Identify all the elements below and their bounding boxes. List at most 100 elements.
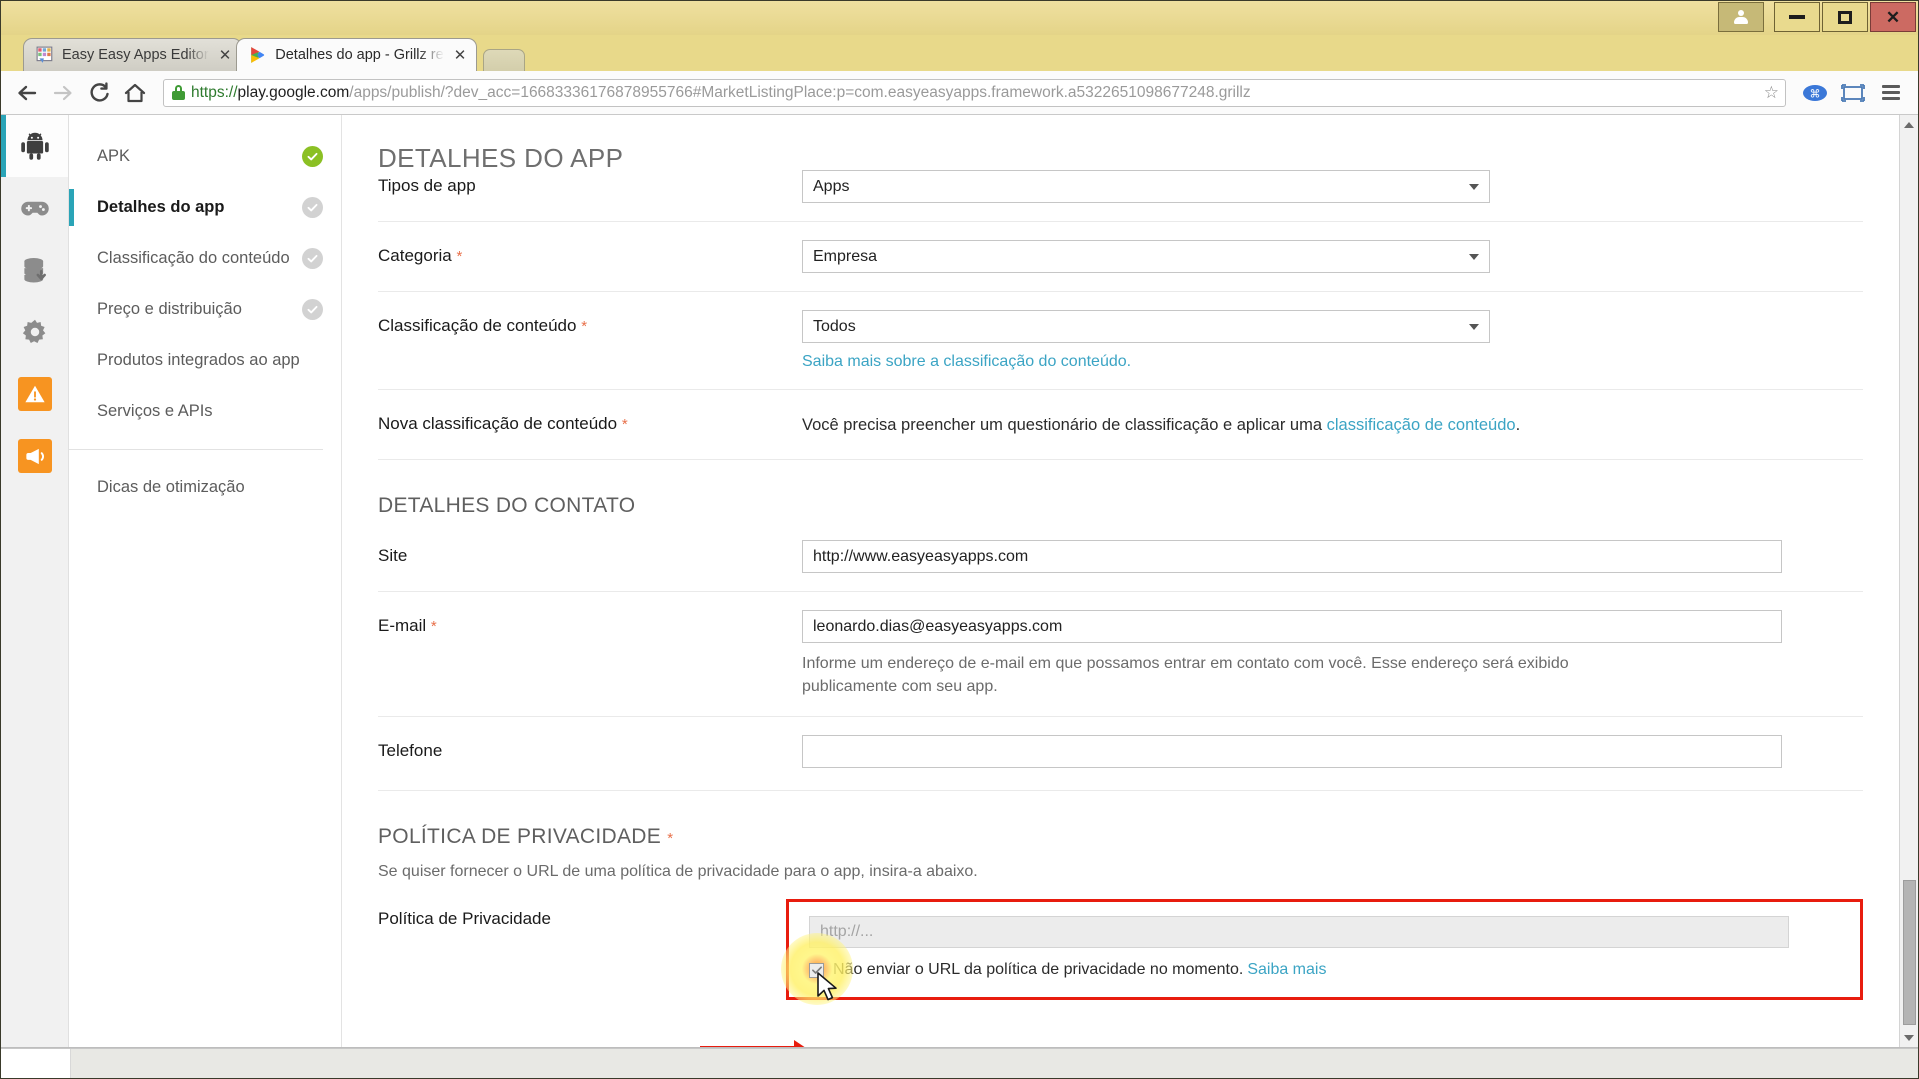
site-input[interactable]: http://www.easyeasyapps.com [802,540,1782,573]
tab-close-button[interactable]: ✕ [454,48,467,63]
bookmark-star-icon[interactable]: ☆ [1764,83,1779,103]
field-label-text: Site [378,546,407,565]
row-telefone: Telefone [378,716,1863,786]
field-control [802,735,1863,768]
tab-strip: Easy Easy Apps Editor ✕ Detalhes do app … [1,35,1918,71]
rail-item-android-apps[interactable] [1,115,68,177]
extension-button[interactable]: ⌘ [1798,77,1832,109]
sidebar-item-dicas-de-otimizacao[interactable]: Dicas de otimização [69,462,341,513]
reload-button[interactable] [83,77,115,109]
status-corner [1,1049,71,1078]
required-marker: * [456,248,462,265]
row-nova-classificacao-de-conteudo: Nova classificação de conteúdo * Você pr… [378,389,1863,455]
back-button[interactable] [11,77,43,109]
privacy-heading-text: POLÍTICA DE PRIVACIDADE [378,825,661,848]
cast-button[interactable] [1836,77,1870,109]
privacy-field-label: Política de Privacidade [378,899,802,929]
scrollbar-thumb[interactable] [1903,880,1916,1025]
rail-item-announcements[interactable] [1,425,68,487]
sidebar-item-label: Serviços e APIs [97,402,323,421]
user-account-button[interactable] [1718,2,1764,32]
content-rating-apply-link[interactable]: classificação de conteúdo [1327,416,1516,434]
sidebar-item-preco-e-distribuicao[interactable]: Preço e distribuição [69,284,341,335]
svg-text:⌘: ⌘ [1810,87,1821,100]
field-control: Empresa [802,240,1863,273]
new-rating-text-after: . [1516,416,1521,434]
nav-divider [69,449,323,450]
content-rating-help-link[interactable]: Saiba mais sobre a classificação do cont… [802,353,1863,371]
rail-item-storage[interactable] [1,239,68,301]
content-rating-value: Todos [813,318,856,336]
email-value: leonardo.dias@easyeasyapps.com [813,618,1062,636]
scroll-down-button[interactable] [1900,1028,1919,1047]
status-check-pending-icon [302,197,323,218]
tab-close-button[interactable]: ✕ [219,48,232,63]
field-control: Todos Saiba mais sobre a classificação d… [802,310,1863,371]
vertical-scrollbar[interactable] [1899,115,1918,1047]
maximize-button[interactable] [1822,2,1868,32]
database-download-icon [20,255,50,285]
rail-item-alerts[interactable] [1,363,68,425]
sidebar-item-label: Produtos integrados ao app [97,351,323,370]
category-select[interactable]: Empresa [802,240,1490,273]
rail-item-games[interactable] [1,177,68,239]
maximize-icon [1838,11,1852,24]
status-check-done-icon [302,146,323,167]
field-label-text: E-mail [378,616,426,635]
page-viewport: APK Detalhes do app Classificação do con… [1,115,1918,1048]
minimize-icon [1789,15,1805,19]
forward-arrow-icon [51,81,75,105]
app-details-form: Tipos de app Apps Categoria * [342,170,1899,1000]
category-value: Empresa [813,248,877,266]
close-window-button[interactable]: ✕ [1870,2,1916,32]
privacy-checkbox-label: Não enviar o URL da política de privacid… [833,961,1326,979]
phone-input[interactable] [802,735,1782,768]
field-label: Categoria * [378,240,802,266]
title-bar: ✕ [1,1,1918,35]
required-marker: * [622,416,628,433]
gamepad-icon [20,193,50,223]
console-icon-rail [1,115,69,1047]
email-help-text: Informe um endereço de e-mail em que pos… [802,652,1662,698]
browser-window: ✕ Easy Easy Apps Editor ✕ Detalhes do ap… [0,0,1919,1079]
minimize-button[interactable] [1774,2,1820,32]
rail-item-settings[interactable] [1,301,68,363]
home-button[interactable] [119,77,151,109]
tab-detalhes-do-app[interactable]: Detalhes do app - Grillz re ✕ [236,38,477,71]
sidebar-item-detalhes-do-app[interactable]: Detalhes do app [69,182,341,233]
app-type-select[interactable]: Apps [802,170,1490,203]
required-marker: * [431,618,437,635]
address-bar[interactable]: https://play.google.com/apps/publish/?de… [163,79,1786,107]
sidebar-item-apk[interactable]: APK [69,131,341,182]
privacy-saiba-mais-link[interactable]: Saiba mais [1247,961,1326,978]
sidebar-item-label: Detalhes do app [97,198,302,217]
privacy-url-input[interactable]: http://... [809,916,1789,948]
scroll-up-button[interactable] [1900,115,1919,134]
scroll-up-icon [1904,122,1914,128]
annotation-arrow [700,1046,795,1047]
sidebar-item-servicos-e-apis[interactable]: Serviços e APIs [69,386,341,437]
row-politica-de-privacidade: Política de Privacidade http://... [378,899,1863,1000]
sidebar-item-produtos-integrados[interactable]: Produtos integrados ao app [69,335,341,386]
person-icon [1734,10,1748,24]
privacy-section-subtitle: Se quiser fornecer o URL de uma política… [378,863,1863,899]
field-label: Telefone [378,735,802,761]
field-label-text: Tipos de app [378,176,476,195]
warning-triangle-icon [24,383,46,405]
reload-icon [87,81,111,105]
tab-easy-easy-apps-editor[interactable]: Easy Easy Apps Editor ✕ [23,38,242,71]
sidebar-item-classificacao-do-conteudo[interactable]: Classificação do conteúdo [69,233,341,284]
forward-button[interactable] [47,77,79,109]
new-tab-button[interactable] [483,49,525,71]
row-tipos-de-app: Tipos de app Apps [378,170,1863,221]
browser-toolbar: https://play.google.com/apps/publish/?de… [1,71,1918,115]
content-rating-select[interactable]: Todos [802,310,1490,343]
email-input[interactable]: leonardo.dias@easyeasyapps.com [802,610,1782,643]
row-classificacao-de-conteudo: Classificação de conteúdo * Todos Saiba … [378,291,1863,389]
sidebar-item-label: Preço e distribuição [97,300,302,319]
grid-app-icon [36,46,54,64]
chevron-down-icon [1469,184,1479,190]
sidebar-item-label: Classificação do conteúdo [97,249,302,268]
command-badge-icon: ⌘ [1802,83,1828,103]
browser-menu-button[interactable] [1874,77,1908,109]
